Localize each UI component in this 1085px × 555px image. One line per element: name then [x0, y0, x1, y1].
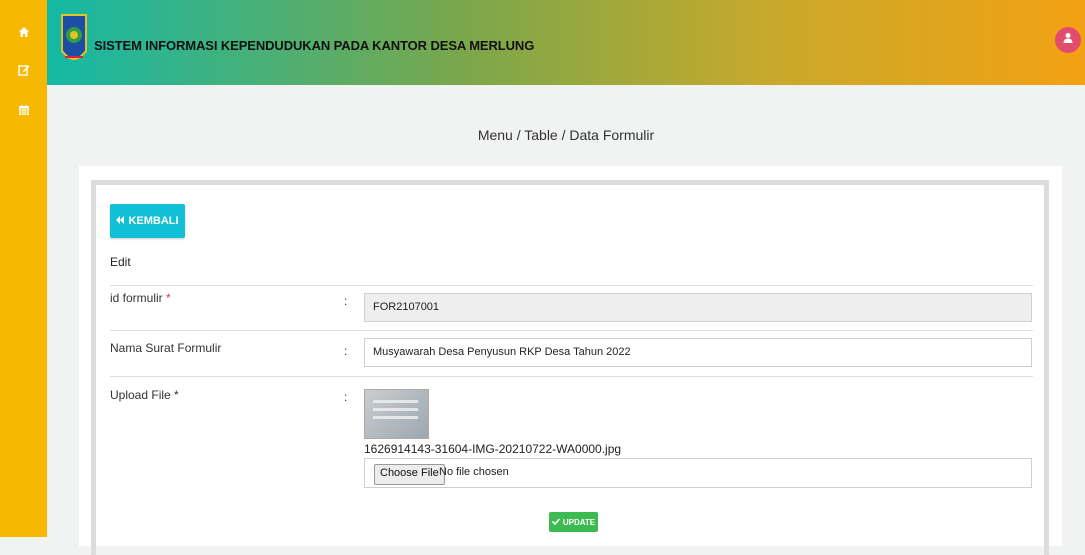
- colon-separator: :: [344, 390, 348, 404]
- top-header: SISTEM INFORMASI KEPENDUDUKAN PADA KANTO…: [47, 0, 1085, 85]
- district-logo: [59, 11, 89, 71]
- no-file-text: No file chosen: [439, 466, 509, 478]
- back-button-label: KEMBALI: [128, 215, 179, 227]
- form-card: KEMBALI Edit id formulir * : FOR2107001 …: [91, 180, 1049, 555]
- sidebar: [0, 0, 47, 537]
- update-button-label: UPDATE: [562, 517, 596, 527]
- colon-separator: :: [344, 294, 348, 308]
- edit-icon[interactable]: [12, 58, 36, 82]
- choose-file-button[interactable]: Choose File: [374, 464, 445, 485]
- form-section-title: Edit: [110, 255, 131, 269]
- calendar-icon[interactable]: [12, 98, 36, 122]
- colon-separator: :: [344, 344, 348, 358]
- file-upload-input[interactable]: Choose File No file chosen: [364, 458, 1032, 488]
- back-button[interactable]: KEMBALI: [110, 204, 185, 238]
- nama-surat-label: Nama Surat Formulir: [110, 341, 222, 355]
- breadcrumb: Menu / Table / Data Formulir: [477, 127, 655, 143]
- home-icon[interactable]: [12, 20, 36, 44]
- id-formulir-label: id formulir *: [110, 291, 171, 305]
- uploaded-filename: 1626914143-31604-IMG-20210722-WA0000.jpg: [364, 442, 622, 456]
- required-mark: *: [166, 291, 171, 305]
- upload-file-label: Upload File *: [110, 388, 179, 402]
- check-icon: [551, 517, 560, 527]
- uploaded-image-thumbnail: [364, 389, 429, 439]
- nama-surat-field[interactable]: Musyawarah Desa Penyusun RKP Desa Tahun …: [364, 338, 1032, 367]
- content-panel: KEMBALI Edit id formulir * : FOR2107001 …: [79, 166, 1062, 555]
- divider: [110, 285, 1033, 286]
- divider: [110, 330, 1033, 331]
- app-title: SISTEM INFORMASI KEPENDUDUKAN PADA KANTO…: [94, 38, 535, 53]
- id-formulir-field[interactable]: FOR2107001: [364, 293, 1032, 322]
- divider: [110, 376, 1033, 377]
- user-menu-button[interactable]: [1055, 27, 1081, 53]
- double-chevron-left-icon: [116, 215, 125, 227]
- update-button[interactable]: UPDATE: [549, 512, 598, 532]
- id-formulir-label-text: id formulir: [110, 291, 163, 305]
- user-icon: [1062, 31, 1074, 49]
